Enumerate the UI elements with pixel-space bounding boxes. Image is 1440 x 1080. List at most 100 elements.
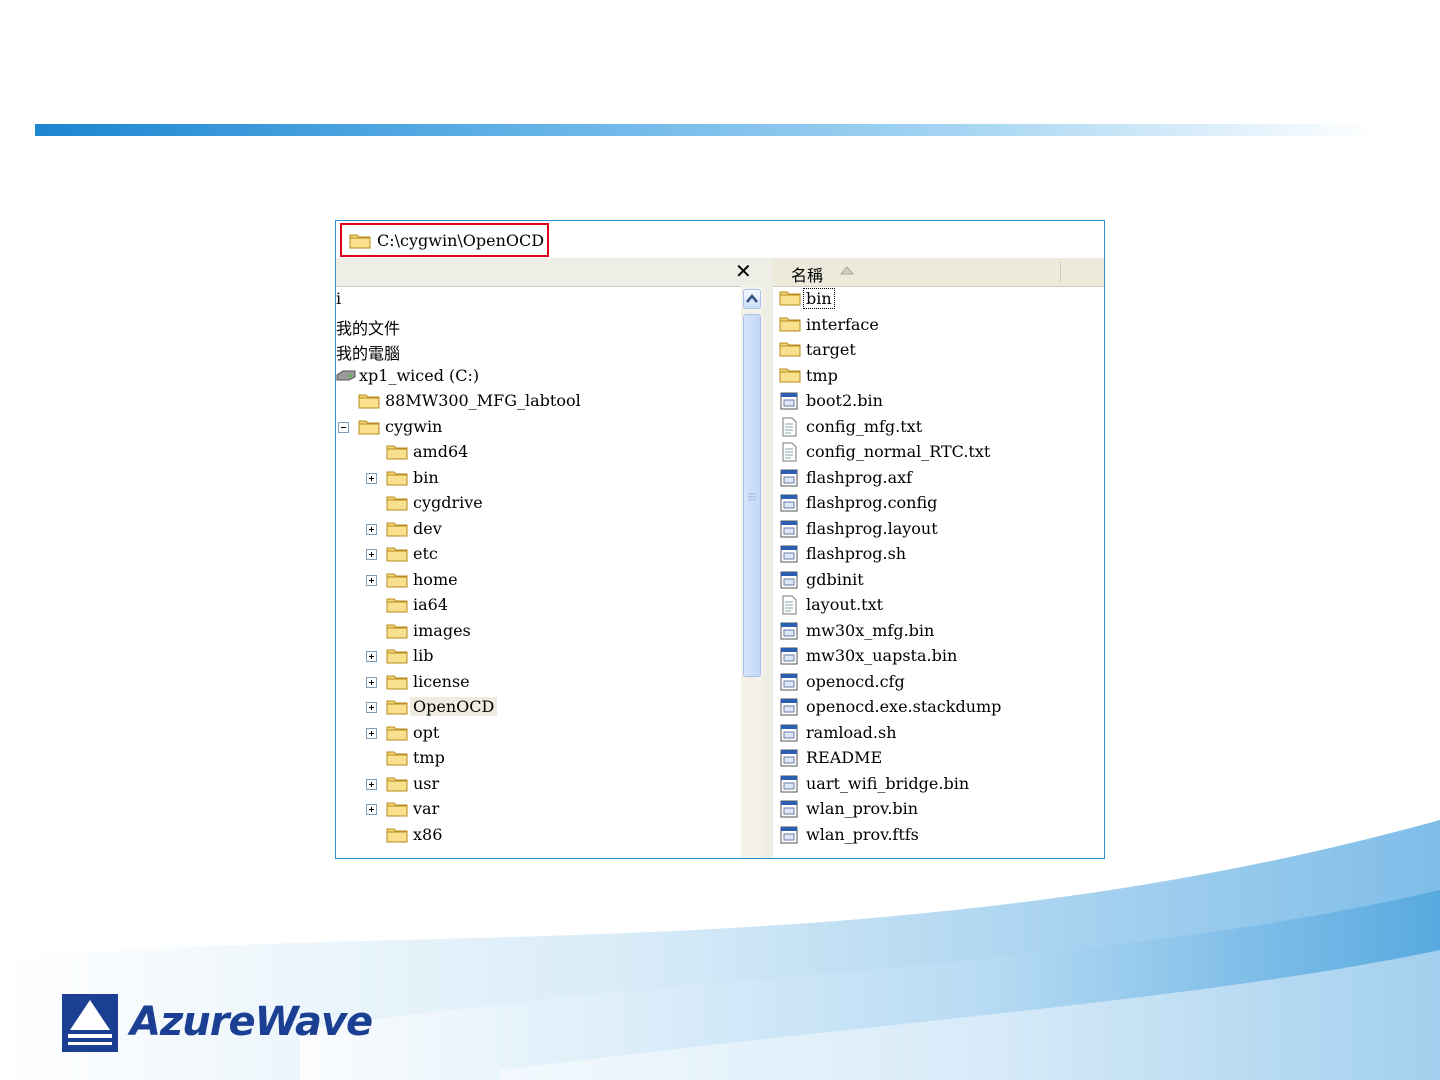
tree-item-label: dev xyxy=(413,518,442,538)
expand-icon[interactable] xyxy=(366,778,377,790)
folder-icon xyxy=(779,291,801,306)
folder-icon xyxy=(386,649,408,664)
folder-icon xyxy=(386,522,408,536)
folder-icon xyxy=(386,573,408,587)
file-item[interactable]: config_mfg.txt xyxy=(779,414,1079,439)
file-item[interactable]: flashprog.sh xyxy=(779,541,1079,566)
scroll-up-button[interactable] xyxy=(743,289,761,309)
folders-pane: ✕ i 我的文件 我的電腦 xp1_wiced (C:) 88MW300_MFG_lab… xyxy=(336,258,763,858)
expand-icon[interactable] xyxy=(366,651,377,662)
tree-item-label: OpenOCD xyxy=(410,697,498,716)
tree-item[interactable]: lib xyxy=(336,643,736,668)
expand-icon[interactable] xyxy=(366,472,377,484)
file-item[interactable]: mw30x_mfg.bin xyxy=(779,618,1079,643)
folder-item[interactable]: interface xyxy=(779,312,1079,337)
folder-icon xyxy=(386,496,408,511)
tree-item-label: opt xyxy=(413,722,440,742)
expand-icon[interactable] xyxy=(366,702,377,713)
file-item[interactable]: wlan_prov.ftfs xyxy=(779,822,1079,847)
folder-icon xyxy=(386,547,408,562)
file-name: config_mfg.txt xyxy=(806,416,923,436)
tree-item[interactable]: 88MW300_MFG_labtool xyxy=(336,388,736,413)
tree-item[interactable]: 我的文件 xyxy=(336,312,736,338)
tree-item-label: x86 xyxy=(413,824,443,844)
tree-item[interactable]: x86 xyxy=(336,822,736,847)
folder-icon xyxy=(386,598,408,613)
file-name: boot2.bin xyxy=(806,391,883,410)
file-item[interactable]: uart_wifi_bridge.bin xyxy=(779,771,1079,796)
tree-item[interactable]: ia64 xyxy=(336,592,736,617)
tree-item[interactable]: license xyxy=(336,669,736,694)
column-separator[interactable] xyxy=(1060,262,1061,282)
file-item[interactable]: gdbinit xyxy=(779,567,1079,592)
expand-icon[interactable] xyxy=(366,574,377,586)
file-item[interactable]: wlan_prov.bin xyxy=(779,796,1079,821)
tree-item-label: usr xyxy=(413,773,440,793)
file-icon xyxy=(780,571,798,588)
chevron-up-icon xyxy=(746,294,758,303)
close-icon[interactable]: ✕ xyxy=(735,259,752,283)
expand-icon[interactable] xyxy=(366,523,377,535)
text-file-icon xyxy=(782,595,797,615)
tree-item[interactable]: i xyxy=(336,286,736,311)
tree-item-label: cygdrive xyxy=(413,493,483,512)
file-item[interactable]: flashprog.config xyxy=(779,490,1079,515)
folder-icon xyxy=(386,471,408,485)
tree-item[interactable]: etc xyxy=(336,541,736,566)
tree-item-label: xp1_wiced (C:) xyxy=(359,365,480,385)
file-name: interface xyxy=(806,314,879,334)
tree-item[interactable]: var xyxy=(336,796,736,821)
file-item[interactable]: README xyxy=(779,745,1079,770)
expand-icon[interactable] xyxy=(366,676,377,688)
tree-item-label: lib xyxy=(413,646,434,665)
tree-item[interactable]: amd64 xyxy=(336,439,736,464)
collapse-icon[interactable] xyxy=(338,421,349,433)
file-item[interactable]: layout.txt xyxy=(779,592,1079,617)
tree-item[interactable]: images xyxy=(336,618,736,643)
folder-item[interactable]: target xyxy=(779,337,1079,362)
file-icon xyxy=(780,469,798,486)
file-item[interactable]: flashprog.axf xyxy=(779,465,1079,490)
scroll-thumb[interactable] xyxy=(743,314,761,677)
tree-item-label: tmp xyxy=(413,748,445,767)
file-item[interactable]: flashprog.layout xyxy=(779,516,1079,541)
folder-item[interactable]: tmp xyxy=(779,363,1079,388)
file-item[interactable]: openocd.cfg xyxy=(779,669,1079,694)
file-icon xyxy=(780,724,798,741)
folder-item[interactable]: bin xyxy=(779,286,1079,311)
tree-item[interactable]: opt xyxy=(336,720,736,745)
file-item[interactable]: boot2.bin xyxy=(779,388,1079,413)
column-header[interactable]: 名稱 xyxy=(773,258,1104,287)
tree-item[interactable]: cygwin xyxy=(336,414,736,439)
file-icon xyxy=(780,775,798,792)
tree-item[interactable]: dev xyxy=(336,516,736,541)
tree-item-label: var xyxy=(413,799,440,818)
expand-icon[interactable] xyxy=(366,727,377,739)
file-item[interactable]: mw30x_uapsta.bin xyxy=(779,643,1079,668)
tree-item[interactable]: tmp xyxy=(336,745,736,770)
tree-item[interactable]: 我的電腦 xyxy=(336,337,736,363)
column-name-label[interactable]: 名稱 xyxy=(791,262,823,286)
tree-item[interactable]: OpenOCD xyxy=(336,694,736,719)
tree-item-label: ia64 xyxy=(413,595,449,614)
folder-icon xyxy=(386,751,408,766)
expand-icon[interactable] xyxy=(366,549,377,560)
explorer-window: C:\cygwin\OpenOCD ✕ i 我的文件 我的電腦 xp1_wiced (… xyxy=(335,220,1105,859)
tree-scrollbar[interactable] xyxy=(741,286,763,858)
tree-item-label: cygwin xyxy=(385,416,443,436)
tree-item[interactable]: usr xyxy=(336,771,736,796)
folder-icon xyxy=(779,342,801,357)
tree-item-label: 我的文件 xyxy=(336,318,401,338)
file-item[interactable]: openocd.exe.stackdump xyxy=(779,694,1079,719)
tree-item[interactable]: cygdrive xyxy=(336,490,736,515)
tree-item-label: 88MW300_MFG_labtool xyxy=(385,391,581,410)
file-item[interactable]: ramload.sh xyxy=(779,720,1079,745)
tree-item[interactable]: home xyxy=(336,567,736,592)
tree-item[interactable]: xp1_wiced (C:) xyxy=(336,363,736,388)
pane-splitter[interactable] xyxy=(763,258,773,858)
file-item[interactable]: config_normal_RTC.txt xyxy=(779,439,1079,464)
expand-icon[interactable] xyxy=(366,804,377,815)
tree-item[interactable]: bin xyxy=(336,465,736,490)
address-bar[interactable]: C:\cygwin\OpenOCD xyxy=(336,221,1104,259)
tree-item-label: i xyxy=(336,289,342,308)
